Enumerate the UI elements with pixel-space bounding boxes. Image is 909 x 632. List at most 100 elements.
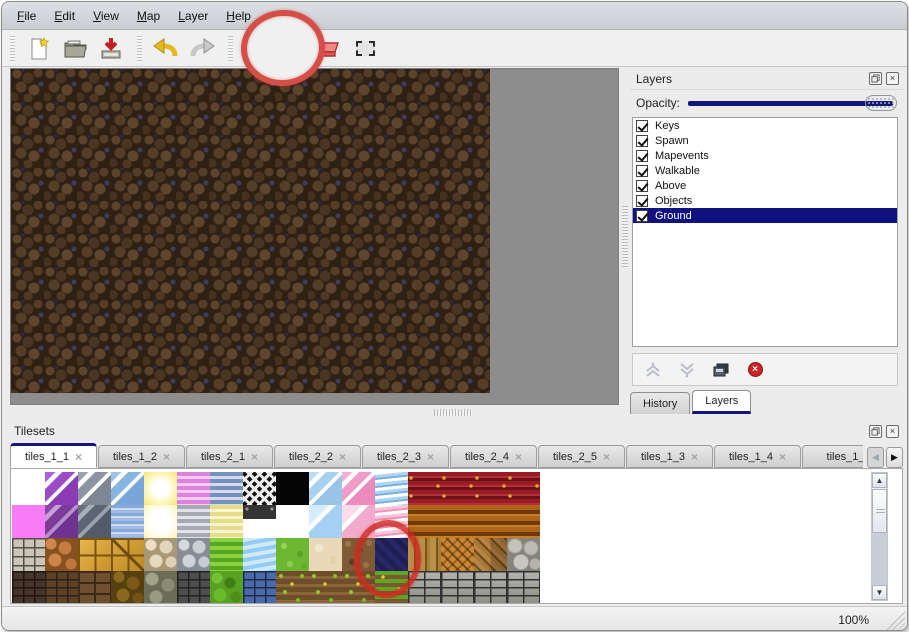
splitter-grip-icon[interactable] (434, 409, 472, 416)
tile-dirt-grass[interactable] (375, 571, 408, 604)
tile-water-stripes[interactable] (111, 505, 144, 538)
layer-row-ground[interactable]: Ground (633, 208, 897, 223)
tile-planks-vert[interactable] (408, 538, 441, 571)
tile-glow-pale[interactable] (144, 505, 177, 538)
tileset-tab-tiles_2_1[interactable]: tiles_2_1× (186, 445, 273, 468)
tile-brick-brown[interactable] (45, 571, 78, 604)
tile-glass-blue[interactable] (111, 472, 144, 505)
eraser-tool-button[interactable] (312, 33, 346, 65)
tile-logs-gray[interactable] (507, 538, 540, 571)
tile-stripes-yellow[interactable] (210, 505, 243, 538)
tile-dirt-rows[interactable] (309, 571, 342, 604)
menu-help[interactable]: Help (217, 5, 260, 27)
menu-edit[interactable]: Edit (45, 5, 84, 27)
layer-row-mapevents[interactable]: Mapevents (633, 148, 897, 163)
layer-row-above[interactable]: Above (633, 178, 897, 193)
tile-water-light[interactable] (243, 538, 276, 571)
tile-glass-gray[interactable] (78, 472, 111, 505)
tile-carpet-orange[interactable] (474, 505, 507, 538)
tab-close-icon[interactable]: × (251, 451, 258, 463)
tile-floor-gold[interactable] (78, 538, 111, 571)
tab-close-icon[interactable]: × (603, 451, 610, 463)
layer-visibility-checkbox[interactable] (636, 195, 648, 207)
close-panel-icon[interactable]: × (886, 72, 899, 85)
menu-map[interactable]: Map (128, 5, 169, 27)
tile-carpet-orange[interactable] (507, 505, 540, 538)
tab-close-icon[interactable]: × (339, 451, 346, 463)
scrollbar-track[interactable] (872, 533, 887, 585)
tile-planks-gray[interactable] (441, 571, 474, 604)
save-button[interactable] (94, 33, 128, 65)
tileset-tab-tiles_1_1[interactable]: tiles_1_1× (10, 443, 97, 468)
tile-stones-gold[interactable] (111, 571, 144, 604)
tab-close-icon[interactable]: × (427, 451, 434, 463)
rect-select-button[interactable] (348, 33, 382, 65)
tile-stones-green[interactable] (144, 571, 177, 604)
map-canvas[interactable] (11, 69, 490, 393)
tile-gravel-brown[interactable] (342, 538, 375, 571)
tile-cobble-orange[interactable] (45, 538, 78, 571)
tileset-tab-tiles_2_4[interactable]: tiles_2_4× (450, 445, 537, 468)
tab-close-icon[interactable]: × (779, 451, 786, 463)
fill-bucket-button[interactable] (276, 33, 310, 65)
layer-visibility-checkbox[interactable] (636, 135, 648, 147)
tile-glass-darkgray[interactable] (78, 505, 111, 538)
tile-brick-big[interactable] (78, 571, 111, 604)
stamp-tool-button[interactable] (240, 33, 274, 65)
splitter-grip-icon[interactable] (622, 206, 628, 268)
tab-close-icon[interactable]: × (515, 451, 522, 463)
tile-pebbles-beige[interactable] (144, 538, 177, 571)
tile-carpet-red[interactable] (441, 472, 474, 505)
delete-layer-button[interactable]: × (745, 360, 765, 380)
opacity-slider-handle[interactable] (865, 95, 897, 111)
menu-file[interactable]: File (8, 5, 45, 27)
layer-visibility-checkbox[interactable] (636, 165, 648, 177)
tile-carpet-red[interactable] (408, 472, 441, 505)
layer-row-keys[interactable]: Keys (633, 118, 897, 133)
tile-ribbon-blue[interactable] (375, 472, 408, 505)
tile-planks-gray[interactable] (474, 571, 507, 604)
menu-layer[interactable]: Layer (169, 5, 217, 27)
scroll-down-icon[interactable]: ▼ (872, 585, 887, 600)
tileset-tab-tiles_2_2[interactable]: tiles_2_2× (274, 445, 361, 468)
menu-view[interactable]: View (84, 5, 128, 27)
tab-scroll-left-icon[interactable]: ◀ (867, 447, 884, 468)
tile-moss-green[interactable] (210, 571, 243, 604)
tileset-tab-tiles_1_4[interactable]: tiles_1_4× (714, 445, 801, 468)
float-panel-icon[interactable] (869, 425, 882, 438)
tileset-tab-tiles_1[interactable]: tiles_1_ (802, 445, 863, 468)
tile-lattice[interactable] (243, 472, 276, 505)
horizontal-splitter[interactable] (10, 406, 619, 419)
tile-grass-stripes[interactable] (210, 538, 243, 571)
scroll-up-icon[interactable]: ▲ (872, 473, 887, 488)
tile-pebbles-gray[interactable] (177, 538, 210, 571)
tab-history[interactable]: History (630, 392, 690, 414)
layer-visibility-checkbox[interactable] (636, 210, 648, 222)
palette-scrollbar[interactable]: ▲ ▼ (871, 472, 888, 601)
tile-brick-blue[interactable] (243, 571, 276, 604)
tile-black[interactable] (276, 472, 309, 505)
tab-scroll-right-icon[interactable]: ▶ (886, 447, 903, 468)
tile-navy-dark[interactable] (375, 538, 408, 571)
tile-glass-pink[interactable] (342, 472, 375, 505)
tile-dirt-rows[interactable] (342, 571, 375, 604)
tile-carpet-red[interactable] (474, 472, 507, 505)
new-file-button[interactable] (22, 33, 56, 65)
vertical-splitter[interactable] (620, 68, 630, 405)
open-folder-button[interactable] (58, 33, 92, 65)
tile-planks-gray[interactable] (507, 571, 540, 604)
layer-row-walkable[interactable]: Walkable (633, 163, 897, 178)
tileset-tab-tiles_2_5[interactable]: tiles_2_5× (538, 445, 625, 468)
tile-solid-magenta[interactable] (12, 505, 45, 538)
tile-planks-gray[interactable] (408, 571, 441, 604)
layer-visibility-checkbox[interactable] (636, 150, 648, 162)
tileset-tab-tiles_1_3[interactable]: tiles_1_3× (626, 445, 713, 468)
tile-glass-lightblue[interactable] (309, 472, 342, 505)
layer-visibility-checkbox[interactable] (636, 120, 648, 132)
opacity-slider[interactable] (688, 95, 897, 111)
lower-layer-button[interactable] (677, 360, 697, 380)
tile-basket-weave[interactable] (441, 538, 474, 571)
undo-button[interactable] (149, 33, 183, 65)
tile-floor-gold-crack[interactable] (111, 538, 144, 571)
tileset-tab-tiles_2_3[interactable]: tiles_2_3× (362, 445, 449, 468)
